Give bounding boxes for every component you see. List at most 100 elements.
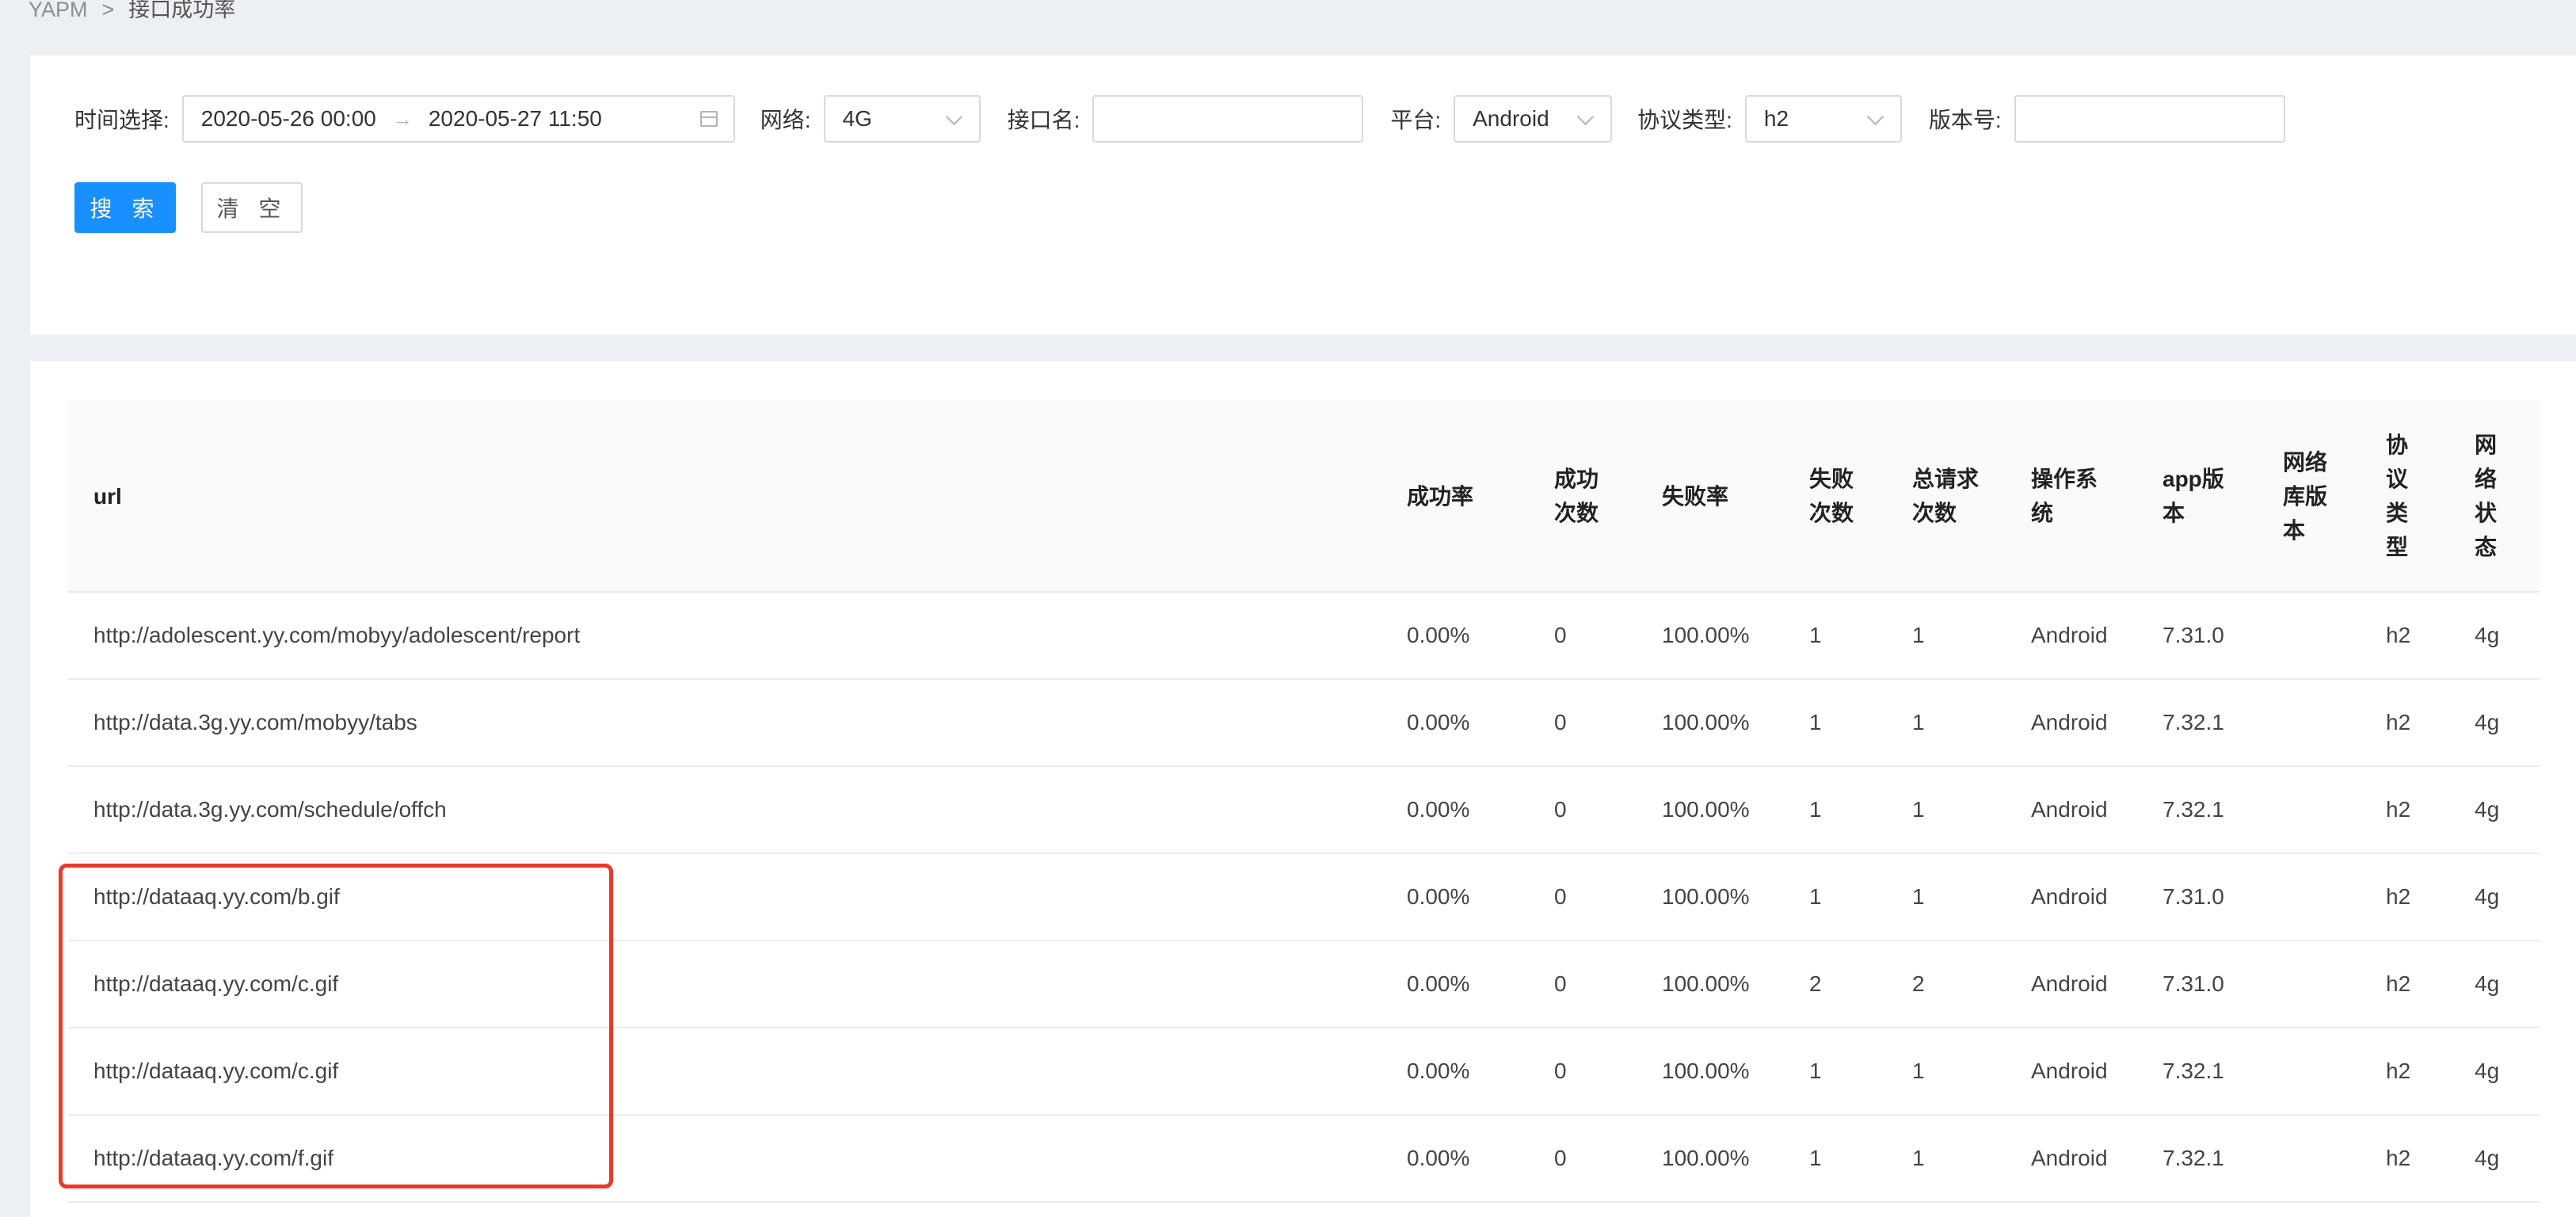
col-app-version: app版 本 (2137, 401, 2258, 593)
cell-success-count: 0 (1529, 766, 1637, 854)
filter-panel: 时间选择: 2020-05-26 00:00 → 2020-05-27 11:5… (30, 55, 2576, 334)
network-value: 4G (842, 106, 872, 131)
cell-network-state: 4g (2449, 1115, 2540, 1203)
table-row[interactable]: http://adolescent.yy.com/mobyy/adolescen… (68, 592, 2540, 680)
chevron-down-icon (1866, 108, 1884, 126)
platform-label: 平台: (1390, 108, 1442, 132)
col-total-requests: 总请求 次数 (1887, 401, 2006, 593)
cell-netlib-version (2258, 766, 2361, 854)
breadcrumb-current: 接口成功率 (128, 0, 236, 21)
cell-network-state: 4g (2449, 1028, 2540, 1116)
search-button[interactable]: 搜 索 (74, 182, 176, 233)
cell-network-state: 4g (2449, 766, 2540, 854)
cell-os: Android (2006, 592, 2137, 680)
cell-url: http://dataaq.yy.com/c.gif (68, 940, 1381, 1028)
cell-total-requests: 1 (1887, 679, 2006, 767)
cell-netlib-version (2258, 1028, 2361, 1116)
col-success-count: 成功 次数 (1529, 401, 1637, 593)
cell-failure-rate: 100.00% (1637, 1115, 1784, 1203)
cell-os: Android (2006, 1115, 2137, 1203)
cell-success-count: 0 (1529, 1028, 1637, 1116)
table-row[interactable]: http://dataaq.yy.com/c.gif 0.00% 0 100.0… (68, 1028, 2540, 1116)
results-panel: url 成功率 成功 次数 失败率 失败 次数 总请求 次数 操作系 统 app… (30, 361, 2576, 1217)
cell-failure-rate: 100.00% (1637, 679, 1784, 767)
time-range-picker[interactable]: 2020-05-26 00:00 → 2020-05-27 11:50 (181, 95, 735, 143)
time-label: 时间选择: (74, 108, 170, 132)
table-header: url 成功率 成功 次数 失败率 失败 次数 总请求 次数 操作系 统 app… (68, 401, 2540, 593)
chevron-down-icon (1577, 108, 1595, 126)
protocol-label: 协议类型: (1637, 108, 1732, 132)
cell-network-state: 4g (2449, 679, 2540, 767)
cell-url: http://dataaq.yy.com/f.gif (68, 1115, 1381, 1203)
cell-failure-count: 2 (1784, 940, 1887, 1028)
cell-total-requests: 1 (1887, 853, 2006, 941)
cell-success-count: 0 (1529, 1115, 1637, 1203)
cell-url: http://data.3g.yy.com/schedule/offch (68, 766, 1381, 854)
cell-app-version: 7.32.1 (2137, 1115, 2258, 1203)
time-start[interactable]: 2020-05-26 00:00 (201, 106, 376, 132)
cell-protocol: h2 (2361, 592, 2449, 680)
cell-success-count: 0 (1529, 940, 1637, 1028)
cell-success-rate: 0.00% (1381, 1028, 1529, 1116)
cell-success-count: 0 (1529, 592, 1637, 680)
breadcrumb: YAPM > 接口成功率 (29, 0, 235, 25)
cell-failure-count: 1 (1784, 766, 1887, 854)
cell-app-version: 7.31.0 (2137, 853, 2258, 941)
range-arrow-icon: → (391, 106, 413, 131)
cell-success-count: 0 (1529, 679, 1637, 767)
protocol-select[interactable]: h2 (1744, 95, 1902, 143)
cell-protocol: h2 (2361, 766, 2449, 854)
col-success-rate: 成功率 (1381, 401, 1529, 593)
breadcrumb-root[interactable]: YAPM (29, 0, 88, 25)
network-label: 网络: (760, 108, 811, 132)
api-name-input[interactable] (1092, 95, 1364, 143)
cell-app-version: 7.32.1 (2137, 766, 2258, 854)
table-row[interactable]: http://data.3g.yy.com/mobyy/tabs 0.00% 0… (68, 679, 2540, 767)
cell-url: http://adolescent.yy.com/mobyy/adolescen… (68, 592, 1381, 680)
cell-app-version: 7.31.0 (2137, 592, 2258, 680)
chevron-down-icon (945, 108, 962, 126)
col-network-state: 网 络 状 态 (2449, 401, 2540, 593)
table-row[interactable]: http://dataaq.yy.com/b.gif 0.00% 0 100.0… (68, 853, 2540, 941)
cell-success-rate: 0.00% (1381, 853, 1529, 941)
cell-protocol: h2 (2361, 940, 2449, 1028)
table-row[interactable]: http://dataaq.yy.com/c.gif 0.00% 0 100.0… (68, 940, 2540, 1028)
filter-actions: 搜 索 清 空 (74, 182, 303, 233)
cell-total-requests: 1 (1887, 766, 2006, 854)
version-input[interactable] (2014, 95, 2285, 143)
cell-failure-count: 1 (1784, 853, 1887, 941)
cell-failure-rate: 100.00% (1637, 592, 1784, 680)
cell-network-state: 4g (2449, 592, 2540, 680)
cell-total-requests: 1 (1887, 1028, 2006, 1116)
table-row[interactable]: http://dataaq.yy.com/f.gif 0.00% 0 100.0… (68, 1115, 2540, 1203)
platform-value: Android (1473, 106, 1549, 131)
cell-total-requests: 2 (1887, 940, 2006, 1028)
cell-url: http://dataaq.yy.com/b.gif (68, 853, 1381, 941)
protocol-value: h2 (1763, 106, 1789, 131)
col-url: url (68, 401, 1381, 593)
cell-failure-rate: 100.00% (1637, 766, 1784, 854)
cell-failure-count: 1 (1784, 592, 1887, 680)
cell-netlib-version (2258, 940, 2361, 1028)
cell-protocol: h2 (2361, 1115, 2449, 1203)
platform-select[interactable]: Android (1454, 95, 1613, 143)
cell-success-count: 0 (1529, 853, 1637, 941)
col-protocol: 协 议 类 型 (2361, 401, 2449, 593)
cell-success-rate: 0.00% (1381, 679, 1529, 767)
cell-failure-count: 1 (1784, 1028, 1887, 1116)
cell-success-rate: 0.00% (1381, 1115, 1529, 1203)
cell-success-rate: 0.00% (1381, 766, 1529, 854)
table-row[interactable]: http://data.3g.yy.com/schedule/offch 0.0… (68, 766, 2540, 854)
time-end[interactable]: 2020-05-27 11:50 (429, 106, 602, 132)
cell-network-state: 4g (2449, 940, 2540, 1028)
cell-total-requests: 1 (1887, 1115, 2006, 1203)
calendar-icon (699, 111, 718, 127)
cell-success-rate: 0.00% (1381, 592, 1529, 680)
cell-netlib-version (2258, 679, 2361, 767)
col-failure-rate: 失败率 (1637, 401, 1784, 593)
clear-button[interactable]: 清 空 (201, 182, 303, 233)
cell-failure-rate: 100.00% (1637, 940, 1784, 1028)
network-select[interactable]: 4G (823, 95, 981, 143)
cell-netlib-version (2258, 592, 2361, 680)
cell-app-version: 7.31.0 (2137, 940, 2258, 1028)
